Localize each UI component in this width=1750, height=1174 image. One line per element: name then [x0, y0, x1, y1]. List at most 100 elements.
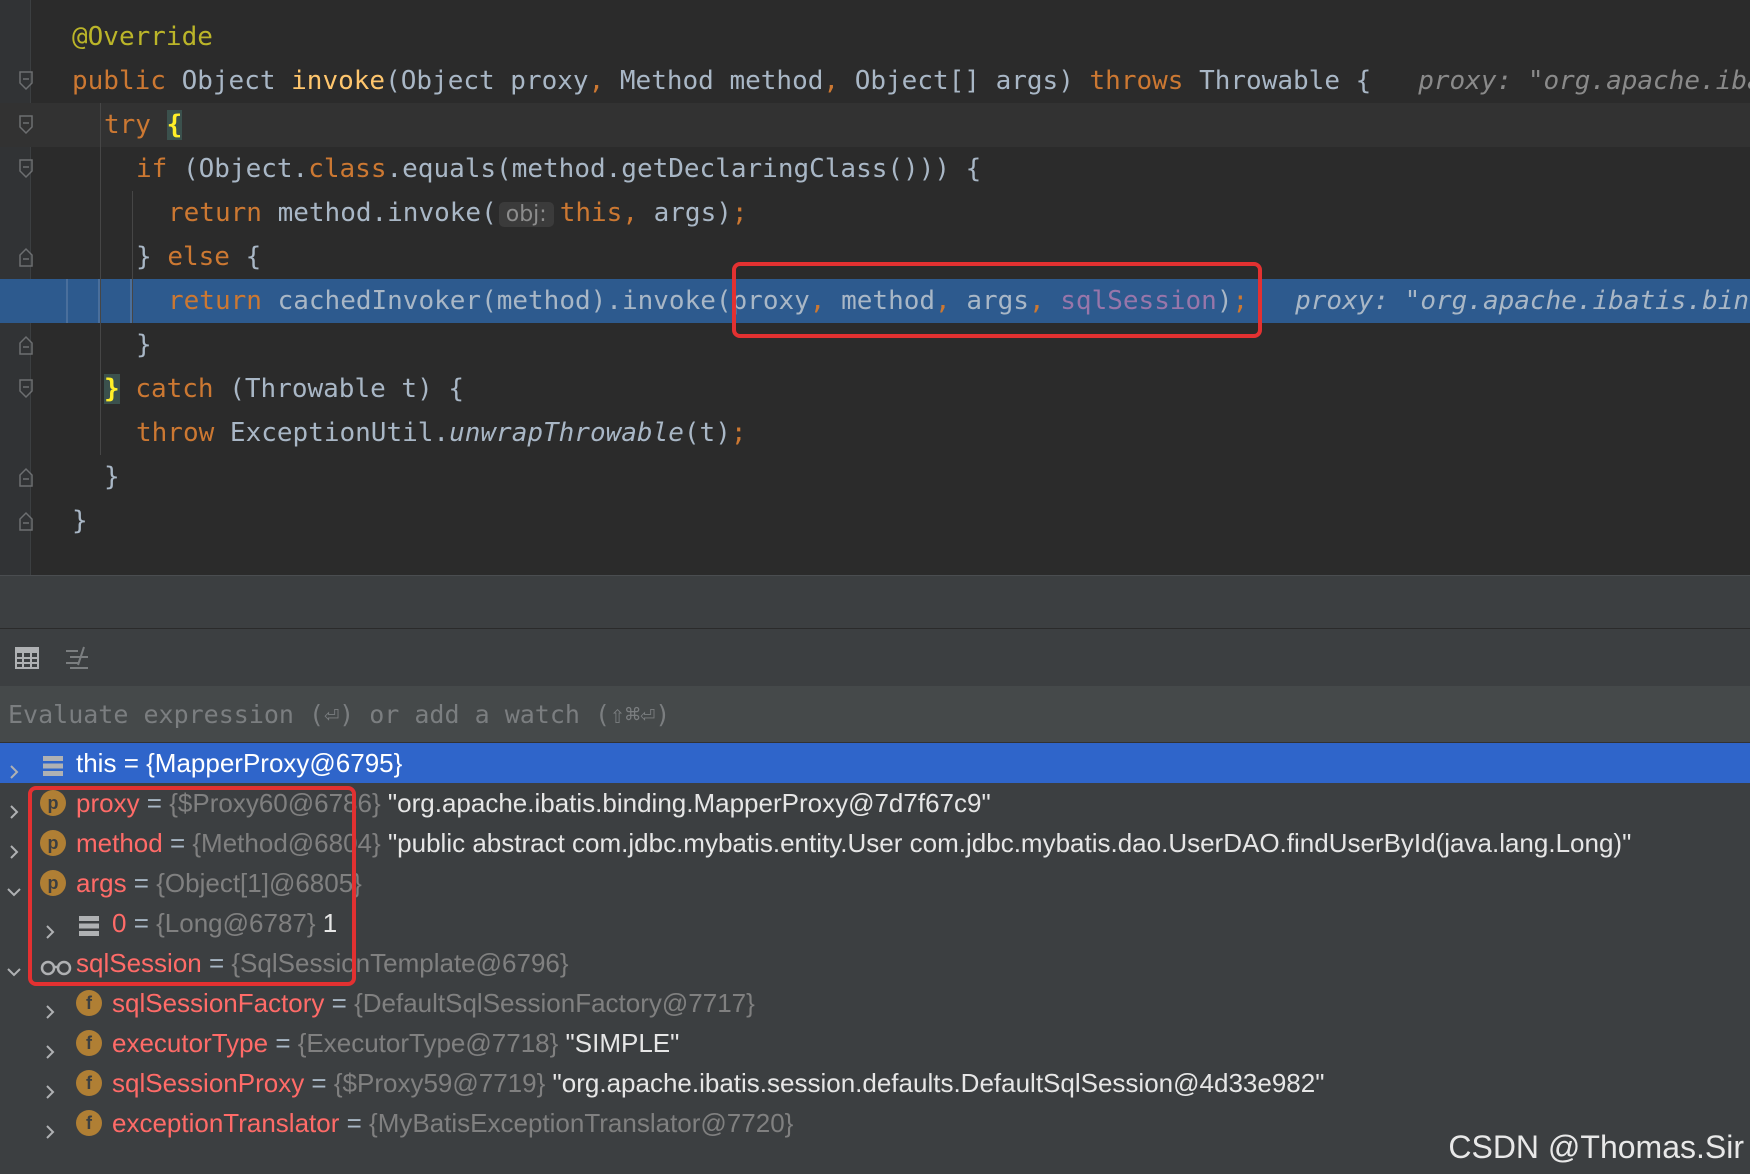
code-token: Method method [619, 66, 824, 96]
code-token: @Override [72, 22, 213, 52]
stack-icon [40, 750, 66, 776]
parameter-hint: obj: [498, 202, 554, 227]
code-line[interactable]: } [0, 499, 1750, 543]
fold-marker-icon[interactable] [19, 335, 33, 355]
code-token: } [104, 462, 120, 492]
code-token: args) [653, 198, 732, 228]
code-token: (Object. [182, 154, 309, 184]
code-line[interactable]: throw ExceptionUtil.unwrapThrowable(t); [0, 411, 1750, 455]
flatten-view-icon[interactable] [64, 645, 90, 671]
fold-marker-icon[interactable] [19, 115, 33, 135]
field-icon: f [76, 1110, 102, 1136]
equals-sign: = [116, 748, 147, 778]
code-text: try { [104, 103, 183, 147]
inline-debug-value: proxy: "org.apache.ibatis.binding.Mapper… [1418, 66, 1750, 96]
code-token: , [588, 66, 620, 96]
variable-text: this = {MapperProxy@6795} [76, 743, 402, 783]
variable-row-this[interactable]: this = {MapperProxy@6795} [0, 743, 1750, 783]
variable-row-sqlSessionFactory[interactable]: f sqlSessionFactory = {DefaultSqlSessionF… [0, 983, 1750, 1023]
variable-type: {$Proxy59@7719} [333, 1068, 546, 1098]
variable-name: exceptionTranslator [112, 1108, 340, 1138]
chevron-right-icon[interactable] [40, 1113, 60, 1139]
variable-text: sqlSessionFactory = {DefaultSqlSessionFa… [112, 983, 755, 1023]
fold-marker-icon[interactable] [19, 511, 33, 531]
chevron-right-icon[interactable] [40, 1033, 60, 1059]
chevron-right-icon[interactable] [40, 993, 60, 1019]
code-token: return [168, 286, 278, 316]
code-token: , [823, 66, 855, 96]
code-token: (Object proxy [385, 66, 589, 96]
code-token: public [72, 66, 182, 96]
evaluate-expression-input[interactable] [0, 686, 1740, 742]
code-token: this [559, 198, 623, 228]
equals-sign: = [324, 988, 355, 1018]
fold-marker-icon[interactable] [19, 379, 33, 399]
code-token: { [166, 110, 183, 140]
code-text: public Object invoke(Object proxy, Metho… [72, 59, 1750, 103]
field-icon: f [76, 990, 102, 1016]
code-token: .equals(method.getDeclaringClass())) { [386, 154, 982, 184]
chevron-right-icon[interactable] [4, 793, 24, 819]
code-token: else [167, 242, 246, 272]
field-icon: f [76, 1070, 102, 1096]
code-text: } [104, 455, 120, 499]
panel-splitter[interactable] [0, 575, 1750, 628]
variable-text: exceptionTranslator = {MyBatisExceptionT… [112, 1103, 793, 1143]
code-token: , [622, 198, 654, 228]
code-token: unwrapThrowable [449, 418, 684, 448]
code-token: } [136, 330, 152, 360]
code-token: invoke [291, 66, 386, 96]
chevron-right-icon[interactable] [4, 753, 24, 779]
variable-type: {DefaultSqlSessionFactory@7717} [354, 988, 755, 1018]
code-line[interactable]: return method.invoke(obj: this, args); [0, 191, 1750, 235]
fold-marker-icon[interactable] [19, 247, 33, 267]
code-token: class [308, 154, 387, 184]
watermark: CSDN @Thomas.Sir [1448, 1129, 1744, 1165]
variable-row-executorType[interactable]: f executorType = {ExecutorType@7718} "SIM… [0, 1023, 1750, 1063]
code-token: Throwable { [1199, 66, 1372, 96]
variable-value: "org.apache.ibatis.session.defaults.Defa… [552, 1068, 1325, 1098]
code-text: throw ExceptionUtil.unwrapThrowable(t); [136, 411, 747, 455]
chevron-right-icon[interactable] [40, 1073, 60, 1099]
variable-row-sqlSessionProxy[interactable]: f sqlSessionProxy = {$Proxy59@7719} "org.… [0, 1063, 1750, 1103]
chevron-down-icon[interactable] [4, 873, 24, 897]
debugger-toolbar [0, 628, 1750, 687]
code-editor[interactable]: @Override public Object invoke(Object pro… [0, 0, 1750, 575]
code-line[interactable]: try { [0, 103, 1750, 147]
fold-marker-icon[interactable] [19, 159, 33, 179]
code-line[interactable]: } catch (Throwable t) { [0, 367, 1750, 411]
fold-marker-icon[interactable] [19, 467, 33, 487]
table-view-icon[interactable] [14, 645, 40, 671]
variable-value: "SIMPLE" [565, 1028, 680, 1058]
equals-sign: = [268, 1028, 298, 1058]
code-token: (Throwable t) { [229, 374, 465, 404]
indent-guide [132, 191, 133, 323]
code-token: { [245, 242, 262, 272]
code-line[interactable]: if (Object.class.equals(method.getDeclar… [0, 147, 1750, 191]
code-line[interactable]: @Override [0, 15, 1750, 59]
code-text: } [136, 323, 152, 367]
variable-name: this [76, 748, 117, 778]
code-token: ExceptionUtil. [229, 418, 450, 448]
chevron-down-icon[interactable] [4, 953, 24, 977]
code-line[interactable]: } [0, 455, 1750, 499]
code-token: throws [1089, 66, 1200, 96]
code-token: return [168, 198, 278, 228]
indent-guide [100, 103, 101, 411]
code-line[interactable]: public Object invoke(Object proxy, Metho… [0, 59, 1750, 103]
code-token: (t) [683, 418, 731, 448]
field-icon: f [76, 1030, 102, 1056]
indent-guide [100, 411, 101, 455]
fold-marker-icon[interactable] [19, 71, 33, 91]
indent-guide [66, 279, 68, 323]
code-token: } [104, 374, 120, 404]
code-text: } [72, 499, 88, 543]
code-text: return method.invoke(obj: this, args); [168, 191, 748, 237]
variable-type: {MapperProxy@6795} [146, 748, 403, 778]
code-text: } catch (Throwable t) { [104, 367, 464, 411]
code-token: ; [731, 198, 748, 228]
code-token: cachedInvoker(method).invoke(proxy [277, 286, 810, 316]
code-token: Object [181, 66, 292, 96]
chevron-right-icon[interactable] [4, 833, 24, 859]
